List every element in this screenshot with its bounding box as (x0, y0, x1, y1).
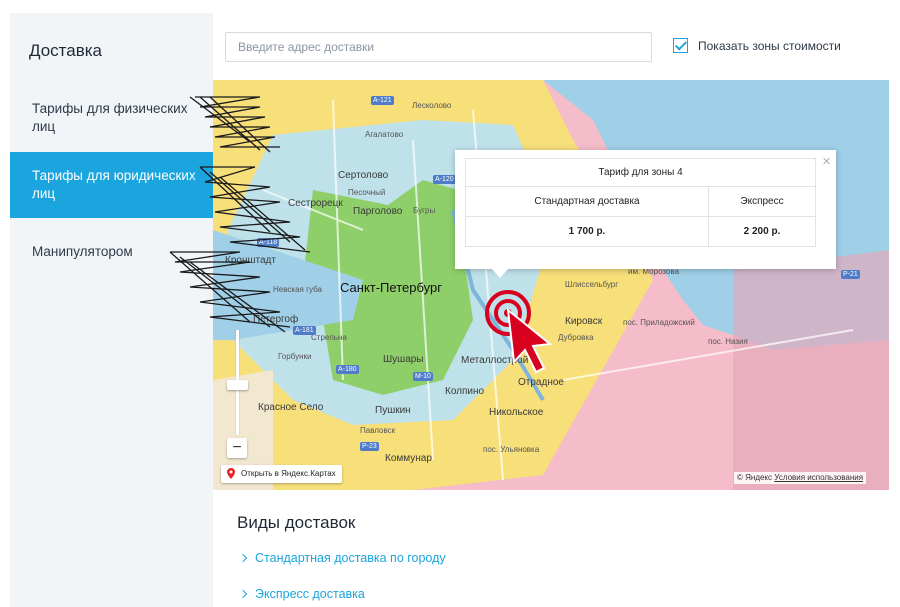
map-label: пос. Назия (708, 337, 748, 346)
delivery-link-standard[interactable]: Стандартная доставка по городу (238, 551, 446, 565)
map-label: Пушкин (375, 405, 411, 416)
road-label: P-23 (360, 442, 379, 451)
map-label: Стрельна (311, 333, 347, 342)
open-in-yandex-maps-link[interactable]: Открыть в Яндекс.Картах (221, 465, 342, 483)
map-label: Горбунки (278, 352, 312, 361)
map-label: Отрадное (518, 377, 564, 388)
delivery-link-label: Стандартная доставка по городу (255, 551, 446, 565)
address-search-input[interactable] (225, 32, 652, 62)
tariff-column-express: Экспресс (708, 186, 816, 217)
map-label: Шлиссельбург (565, 280, 619, 289)
popup-tail (491, 268, 509, 278)
road-label: A-120 (433, 175, 456, 184)
map-copyright: © Яндекс Условия использования (734, 472, 867, 484)
map-label: Песочный (348, 188, 386, 197)
zoom-out-button[interactable]: − (227, 438, 247, 458)
zone-tariff-popup: × Тариф для зоны 4 Стандартная доставка … (455, 150, 836, 269)
map-label: пос. Приладожский (623, 318, 695, 327)
chevron-right-icon (238, 589, 248, 599)
scribble-annotation (169, 96, 310, 333)
map-label: Сертолово (338, 170, 389, 181)
show-zones-checkbox[interactable] (673, 38, 688, 53)
map-label: Коммунар (385, 453, 432, 464)
map-label: Шушары (383, 354, 424, 365)
map-label: Никольское (489, 407, 544, 418)
page: Доставка Тарифы для физических лиц Тариф… (0, 0, 900, 607)
close-icon[interactable]: × (822, 154, 831, 169)
map-label: Кировск (565, 316, 603, 327)
show-zones-label: Показать зоны стоимости (698, 38, 841, 53)
delivery-link-express[interactable]: Экспресс доставка (238, 587, 365, 601)
zoom-slider-handle[interactable] (227, 380, 248, 390)
map-label-city: Санкт-Петербург (340, 280, 442, 295)
map-label: Агалатово (365, 130, 404, 139)
map-label: Красное Село (258, 402, 324, 413)
show-zones-toggle[interactable]: Показать зоны стоимости (673, 38, 841, 53)
road-label: A-121 (371, 96, 394, 105)
map-label: Бугры (413, 206, 436, 215)
delivery-types-title: Виды доставок (237, 513, 356, 532)
pointer-arrow-icon (506, 307, 553, 374)
chevron-right-icon (238, 553, 248, 563)
map-label: Парголово (353, 206, 403, 217)
yandex-link-label: Открыть в Яндекс.Картах (241, 469, 336, 478)
tariff-title: Тариф для зоны 4 (465, 158, 816, 187)
map-label: пос. Ульяновка (483, 445, 540, 454)
map-pin-icon (227, 468, 235, 479)
sidebar-title: Доставка (29, 41, 103, 60)
tariff-column-standard: Стандартная доставка (465, 186, 709, 217)
tariff-table: Тариф для зоны 4 Стандартная доставка Эк… (465, 158, 816, 247)
delivery-link-label: Экспресс доставка (255, 587, 365, 601)
road-label: M-10 (413, 372, 433, 381)
map-label: Павловск (360, 426, 396, 435)
tariff-price-standard: 1 700 р. (465, 216, 709, 247)
map-label: Дубровка (558, 333, 594, 342)
copyright-text: © Яндекс (737, 473, 773, 482)
road-label: P-21 (841, 270, 860, 279)
map-label: Колпино (445, 386, 485, 397)
terms-link[interactable]: Условия использования (774, 473, 863, 482)
road-label: A-180 (336, 365, 359, 374)
map-label: Лесколово (412, 101, 452, 110)
tariff-price-express: 2 200 р. (708, 216, 816, 247)
